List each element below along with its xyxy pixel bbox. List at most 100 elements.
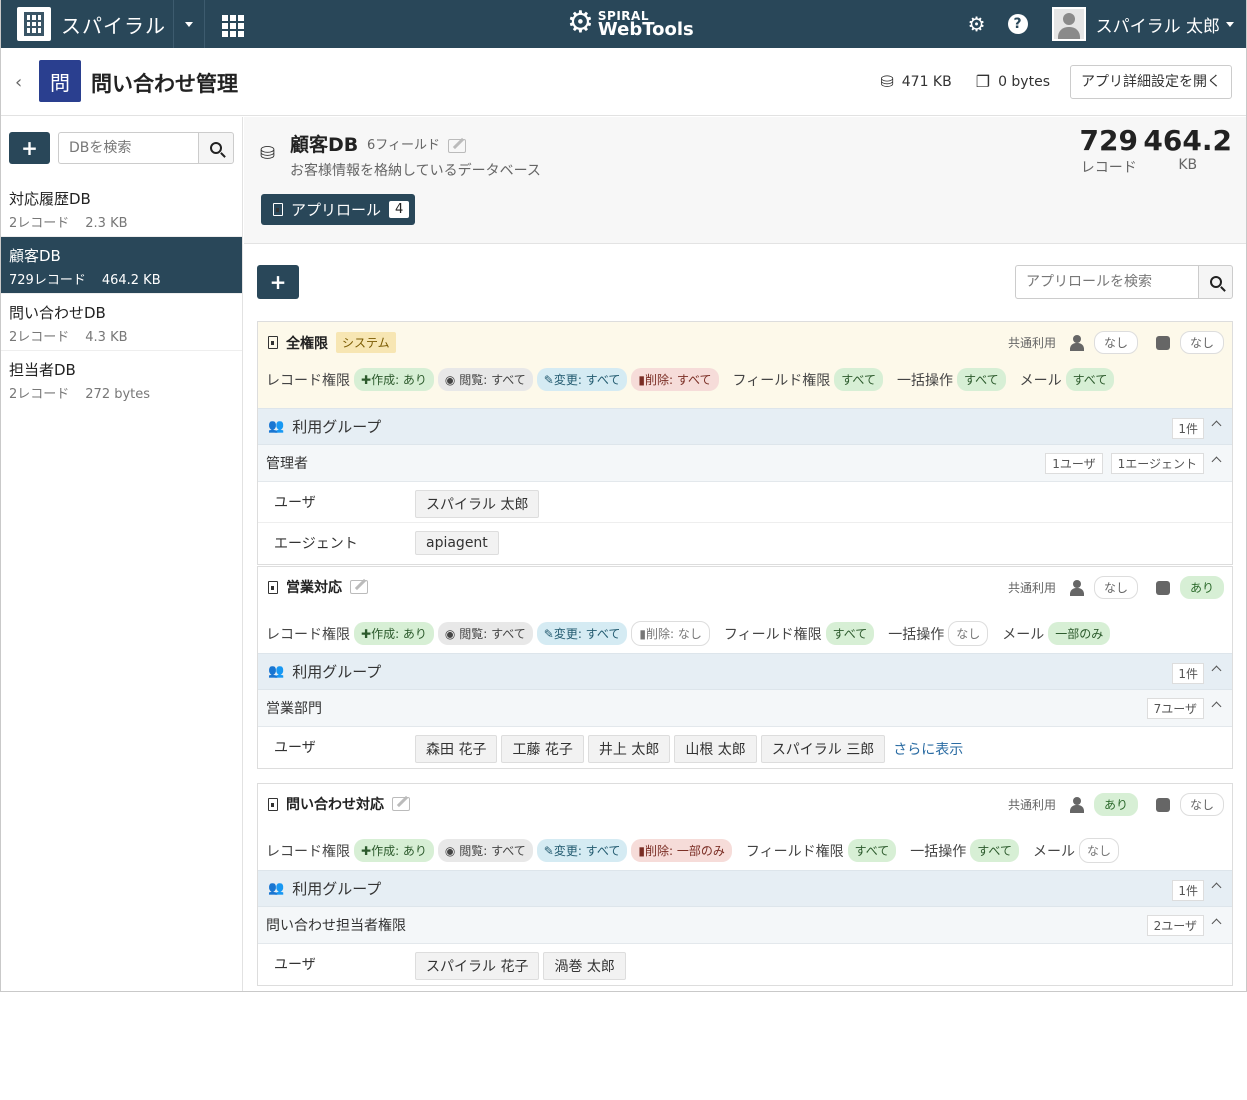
edit-icon[interactable] <box>392 797 410 811</box>
size-unit: KB <box>1178 157 1198 173</box>
group-user-count: 2ユーザ <box>1146 915 1204 936</box>
role-title[interactable]: 問い合わせ対応 <box>268 794 410 814</box>
db-list-item[interactable]: 問い合わせDB 2レコード 4.3 KB <box>1 294 242 351</box>
files-icon: ❐ <box>975 72 991 91</box>
edit-icon[interactable] <box>448 138 467 153</box>
member-chip: スパイラル 花子 <box>415 952 540 980</box>
group-users-icon: 👥 <box>268 419 285 434</box>
db-search-button[interactable] <box>198 132 234 164</box>
help-icon[interactable]: ? <box>1007 14 1028 34</box>
edit-text: 変更: すべて <box>553 373 621 387</box>
user-name[interactable]: スパイラル 太郎 <box>1096 12 1220 37</box>
create-text: 作成: あり <box>371 373 427 387</box>
edit-icon[interactable] <box>350 580 368 594</box>
brand-dropdown-toggle[interactable] <box>173 0 205 48</box>
db-list-item-active[interactable]: 顧客DB 729レコード 464.2 KB <box>1 237 242 294</box>
add-role-button[interactable]: + <box>257 265 299 299</box>
user-menu-caret-icon[interactable] <box>1226 21 1234 27</box>
back-chevron-icon[interactable]: ‹ <box>15 72 22 93</box>
storage-value: 471 KB <box>901 73 952 90</box>
building-icon <box>17 7 51 41</box>
usage-group-label: 利用グループ <box>292 880 382 898</box>
main-content: ⛁ 顧客DB 6フィールド お客様情報を格納しているデータベース アプリロール … <box>244 117 1246 991</box>
shared-usage: 共通利用 なし あり <box>1008 576 1224 599</box>
field-perm-tag: すべて <box>847 839 897 862</box>
role-name: 全権限 <box>286 335 328 352</box>
show-more-link[interactable]: さらに表示 <box>893 739 963 759</box>
settings-gears-icon[interactable]: ⚙ <box>968 12 986 36</box>
edit-text: 変更: すべて <box>553 844 621 858</box>
user-share-pill: あり <box>1093 793 1138 816</box>
group-row[interactable]: 営業部門 7ユーザ <box>258 690 1232 727</box>
page-title: 問い合わせ管理 <box>91 72 238 96</box>
db-list-item[interactable]: 担当者DB 2レコード 272 bytes <box>1 351 242 408</box>
view-text: 閲覧: すべて <box>459 844 526 858</box>
database-icon: ⛁ <box>880 72 894 91</box>
bulk-tag: すべて <box>956 368 1006 391</box>
chevron-up-icon[interactable] <box>1211 918 1222 929</box>
role-card: 営業対応 共通利用 なし あり レコード権限 ✚作成: あり ◉ 閲覧: すべて… <box>257 566 1233 769</box>
role-title[interactable]: 全権限 システム <box>268 332 396 353</box>
chevron-up-icon[interactable] <box>1211 456 1222 467</box>
user-avatar[interactable] <box>1051 7 1086 41</box>
chevron-up-icon[interactable] <box>1211 665 1222 676</box>
db-size: 464.2 KB <box>101 273 161 288</box>
member-chip: スパイラル 三郎 <box>760 735 886 763</box>
shared-usage: 共通利用 なし なし <box>1008 331 1224 354</box>
group-user-count: 7ユーザ <box>1146 698 1204 719</box>
db-field-count-text: 6フィールド <box>367 138 441 153</box>
record-perm-label: レコード権限 <box>266 626 350 643</box>
chevron-up-icon[interactable] <box>1211 420 1222 431</box>
usage-group-header[interactable]: 👥 利用グループ 1件 <box>258 653 1232 690</box>
role-search-input[interactable]: アプリロールを検索 <box>1015 265 1198 299</box>
caret-down-icon <box>185 21 193 27</box>
record-perm-label: レコード権限 <box>266 843 350 860</box>
permission-row: レコード権限 ✚作成: あり ◉ 閲覧: すべて ✎変更: すべて ▮削除: 一… <box>266 838 1123 863</box>
database-icon: ⛁ <box>260 143 276 164</box>
brand-menu[interactable]: スパイラル <box>17 6 166 42</box>
user-icon <box>1069 796 1084 813</box>
role-card: 問い合わせ対応 共通利用 あり なし レコード権限 ✚作成: あり ◉ 閲覧: … <box>257 783 1233 986</box>
usage-group-header[interactable]: 👥 利用グループ 1件 <box>258 408 1232 445</box>
view-text: 閲覧: すべて <box>459 373 526 387</box>
member-chip: スパイラル 太郎 <box>415 490 540 518</box>
group-row[interactable]: 問い合わせ担当者権限 2ユーザ <box>258 907 1232 944</box>
agent-share-pill: なし <box>1179 331 1224 354</box>
agent-share-pill: なし <box>1179 793 1224 816</box>
add-db-button[interactable]: + <box>9 132 50 164</box>
bulk-label: 一括操作 <box>896 372 953 389</box>
delete-tag: ▮削除: なし <box>631 621 710 646</box>
role-search-button[interactable] <box>1198 265 1233 299</box>
role-title[interactable]: 営業対応 <box>268 577 368 597</box>
group-agent-count: 1エージェント <box>1110 453 1204 474</box>
size-stat: 464.2 KB <box>1143 125 1232 174</box>
field-perm-label: フィールド権限 <box>723 626 822 643</box>
usage-group-header[interactable]: 👥 利用グループ 1件 <box>258 870 1232 907</box>
chevron-up-icon[interactable] <box>1211 882 1222 893</box>
create-text: 作成: あり <box>371 844 427 858</box>
member-agent-label: エージェント <box>274 536 358 552</box>
member-chip: apiagent <box>415 531 499 555</box>
role-badge-icon <box>268 336 278 349</box>
app-grid-icon[interactable] <box>219 12 244 37</box>
db-size: 272 bytes <box>85 387 151 402</box>
app-role-label: アプリロール <box>291 201 382 219</box>
app-role-button[interactable]: アプリロール 4 <box>261 194 416 225</box>
record-perm-label: レコード権限 <box>266 372 350 389</box>
app-role-count: 4 <box>389 201 410 218</box>
chevron-up-icon[interactable] <box>1211 701 1222 712</box>
db-sidebar: + DBを検索 対応履歴DB 2レコード 2.3 KB 顧客DB 729レコード 4… <box>1 117 243 991</box>
db-title: 顧客DB <box>290 134 359 156</box>
db-search-input[interactable]: DBを検索 <box>58 132 198 164</box>
user-icon <box>1069 579 1084 596</box>
webtools-logo: ⚙ SPIRAL WebTools <box>567 8 694 39</box>
group-name: 問い合わせ担当者権限 <box>266 918 406 934</box>
usage-group-label: 利用グループ <box>292 418 382 436</box>
db-list-item[interactable]: 対応履歴DB 2レコード 2.3 KB <box>1 180 242 237</box>
group-row[interactable]: 管理者 1ユーザ 1エージェント <box>258 445 1232 482</box>
view-text: 閲覧: すべて <box>459 627 526 641</box>
member-chip: 森田 花子 <box>415 735 498 763</box>
delete-text: 削除: なし <box>645 627 702 641</box>
open-app-settings-button[interactable]: アプリ詳細設定を開く <box>1070 65 1232 99</box>
user-share-pill: なし <box>1093 576 1138 599</box>
